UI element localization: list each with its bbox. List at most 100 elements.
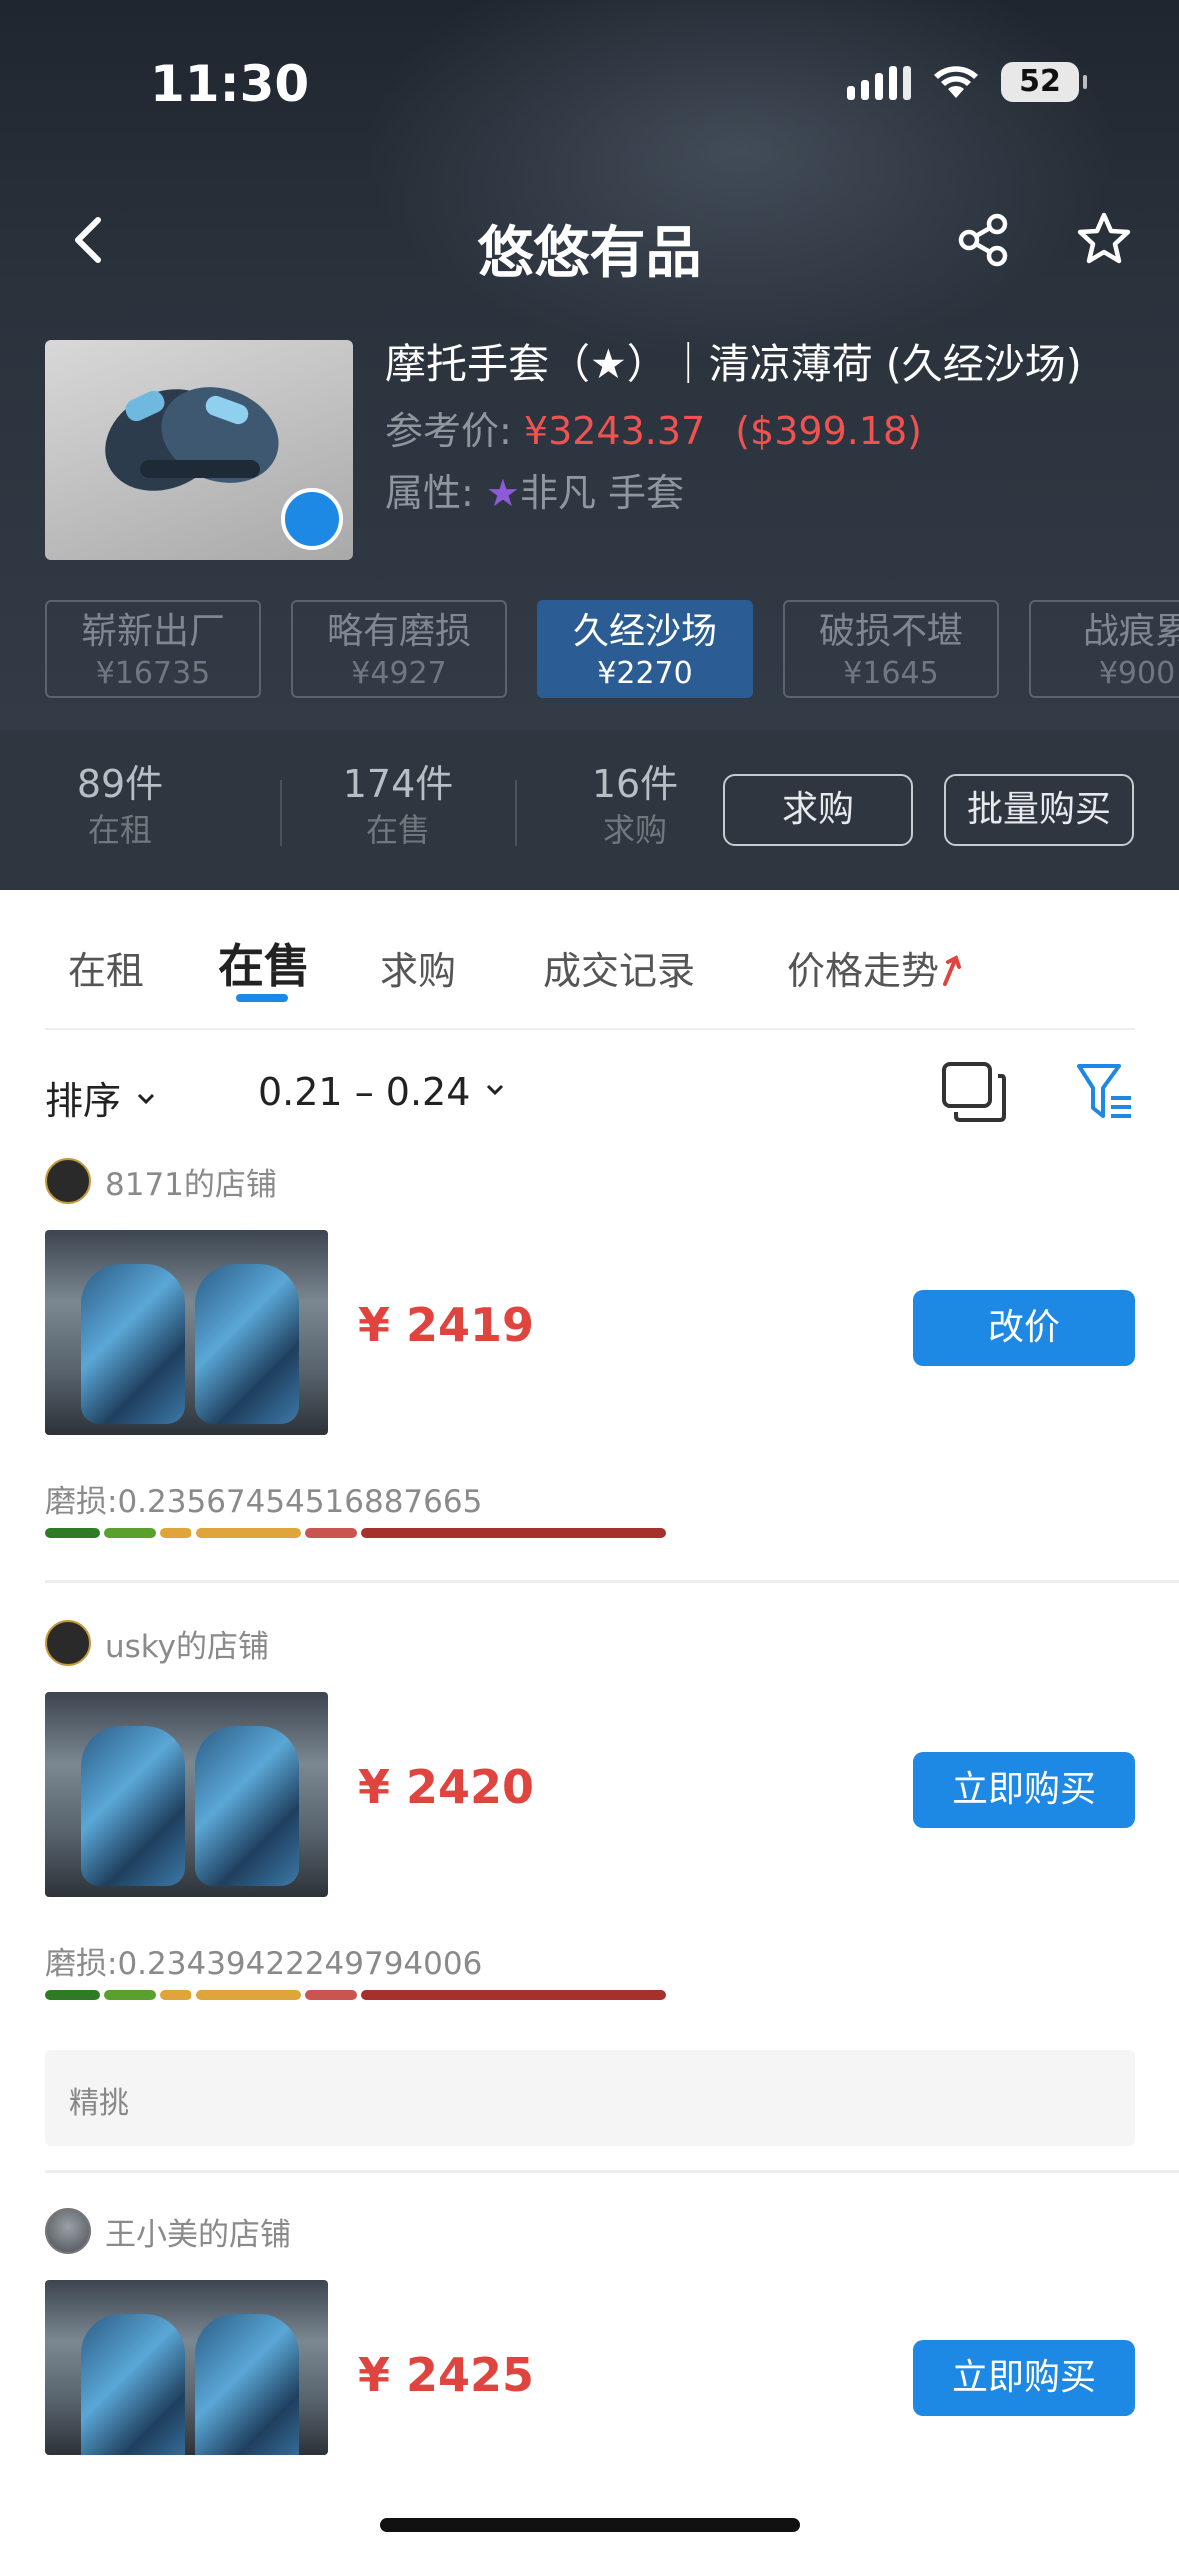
inspect-3d-icon[interactable] (281, 488, 343, 550)
wear-scale-bar (45, 1528, 666, 1538)
wear-tab-name: 破损不堪 (818, 611, 963, 652)
content-tabs: 在租 在售 求购 成交记录 价格走势 (0, 930, 1179, 1030)
tab-request[interactable]: 求购 (380, 940, 456, 995)
wear-position-marker (191, 1520, 196, 1546)
wear-float-value: 0.23439422249794006 (117, 1946, 483, 1982)
item-name: 摩托手套（★）｜清凉薄荷 (久经沙场) (385, 340, 1082, 388)
seller-info[interactable]: 王小美的店铺 (45, 2208, 291, 2254)
wear-tab-field-tested[interactable]: 久经沙场 ¥2270 (537, 600, 753, 698)
seller-name: 8171的店铺 (105, 1166, 277, 1203)
seller-info[interactable]: usky的店铺 (45, 1620, 269, 1666)
listing-image[interactable] (45, 1230, 328, 1435)
tab-transactions[interactable]: 成交记录 (543, 940, 695, 995)
seller-info[interactable]: 8171的店铺 (45, 1158, 277, 1204)
stat-value: 174件 (342, 762, 454, 806)
listing-image[interactable] (45, 1692, 328, 1897)
filter-bar: 排序 0.21 – 0.24 (0, 1060, 1179, 1130)
glove-left-image (81, 1726, 185, 1886)
wear-tabs: 崭新出厂 ¥16735 略有磨损 ¥4927 久经沙场 ¥2270 破损不堪 ¥… (45, 600, 1179, 698)
tab-sale[interactable]: 在售 (218, 930, 310, 996)
stat-label: 求购 (602, 811, 667, 849)
wear-tab-name: 久经沙场 (572, 611, 717, 652)
wear-tab-minimal-wear[interactable]: 略有磨损 ¥4927 (291, 600, 507, 698)
attribute-label: 属性: (385, 471, 486, 515)
wear-tab-well-worn[interactable]: 破损不堪 ¥1645 (783, 600, 999, 698)
favorite-star-icon[interactable] (1075, 210, 1133, 268)
wear-float: 磨损:0.23567454516887665 (45, 1476, 482, 1521)
attribute-value: 非凡 手套 (519, 471, 685, 515)
item-header: 11:30 52 悠悠有品 摩托手套（★）｜清凉薄荷 (久经沙场) 参考价: ¥… (0, 0, 1179, 730)
glove-left-image (81, 1264, 185, 1424)
seller-avatar (45, 1158, 91, 1204)
wear-float: 磨损:0.23439422249794006 (45, 1938, 482, 1983)
listing-price: ¥ 2420 (358, 1760, 535, 1814)
listing-price: ¥ 2425 (358, 2348, 535, 2402)
wear-tab-price: ¥4927 (351, 656, 447, 691)
wear-tab-price: ¥2270 (597, 656, 693, 691)
seller-avatar (45, 1620, 91, 1666)
cellular-signal-icon (847, 64, 911, 100)
stat-rent: 89件 在租 (20, 760, 220, 852)
stat-divider (515, 780, 517, 846)
item-image[interactable] (45, 340, 353, 560)
wear-tab-name: 战痕累 (1082, 611, 1179, 652)
reference-price-usd: ($399.18) (735, 409, 923, 453)
home-indicator (380, 2518, 800, 2532)
change-price-button[interactable]: 改价 (913, 1290, 1135, 1366)
sort-label: 排序 (45, 1079, 122, 1123)
status-icons: 52 (847, 62, 1087, 102)
buy-now-button[interactable]: 立即购买 (913, 1752, 1135, 1828)
listing-tag: 精挑 (45, 2050, 1135, 2146)
star-icon: ★ (485, 471, 520, 515)
stat-label: 在售 (365, 811, 430, 849)
buy-now-button[interactable]: 立即购买 (913, 2340, 1135, 2416)
tabs-divider (45, 1028, 1135, 1030)
listing-tag-label: 精挑 (69, 2086, 129, 2121)
wear-scale-bar (45, 1990, 666, 2000)
glove-right-image (195, 1264, 299, 1424)
wear-tab-name: 略有磨损 (326, 611, 471, 652)
chevron-down-icon (487, 1084, 504, 1096)
filter-icon[interactable] (1075, 1060, 1135, 1124)
float-range-label: 0.21 – 0.24 (258, 1070, 471, 1114)
reference-price-cny: ¥3243.37 (523, 409, 706, 453)
tab-price-trend-label: 价格走势 (787, 949, 940, 993)
stat-request: 16件 求购 (535, 760, 735, 852)
listing-image[interactable] (45, 2280, 328, 2455)
wear-float-label: 磨损: (45, 1484, 118, 1520)
sort-dropdown[interactable]: 排序 (45, 1070, 157, 1125)
wear-tab-price: ¥900 (1098, 656, 1176, 691)
wear-tab-battle-scarred[interactable]: 战痕累 ¥900 (1029, 600, 1179, 698)
seller-name: usky的店铺 (105, 1628, 269, 1665)
compare-view-icon[interactable] (940, 1060, 1008, 1124)
bottom-fade (0, 2455, 1179, 2556)
glove-right-image (195, 2314, 299, 2455)
tab-price-trend[interactable]: 价格走势 (787, 940, 965, 995)
trend-up-icon (943, 955, 962, 986)
seller-name: 王小美的店铺 (105, 2216, 291, 2253)
request-buy-button[interactable]: 求购 (723, 774, 913, 846)
battery-icon: 52 (1001, 62, 1087, 102)
stat-value: 16件 (591, 762, 679, 806)
seller-avatar (45, 2208, 91, 2254)
float-range-dropdown[interactable]: 0.21 – 0.24 (258, 1070, 506, 1114)
active-tab-indicator (236, 994, 288, 1002)
stat-sale: 174件 在售 (298, 760, 498, 852)
chevron-down-icon (137, 1093, 155, 1105)
listing-price: ¥ 2419 (358, 1298, 535, 1352)
bulk-buy-button[interactable]: 批量购买 (944, 774, 1134, 846)
glove-right-image (195, 1726, 299, 1886)
stat-divider (280, 780, 282, 846)
wear-tab-price: ¥1645 (843, 656, 939, 691)
wear-position-marker (190, 1982, 195, 2008)
wear-float-label: 磨损: (45, 1946, 118, 1982)
tab-rent[interactable]: 在租 (68, 940, 144, 995)
wifi-icon (934, 66, 978, 98)
wear-tab-price: ¥16735 (95, 656, 211, 691)
share-icon[interactable] (955, 212, 1011, 268)
stats-bar: 89件 在租 174件 在售 16件 求购 求购 批量购买 (0, 730, 1179, 890)
stat-label: 在租 (87, 811, 152, 849)
header-glow (360, 0, 1120, 360)
wear-tab-factory-new[interactable]: 崭新出厂 ¥16735 (45, 600, 261, 698)
wear-tab-name: 崭新出厂 (80, 611, 225, 652)
